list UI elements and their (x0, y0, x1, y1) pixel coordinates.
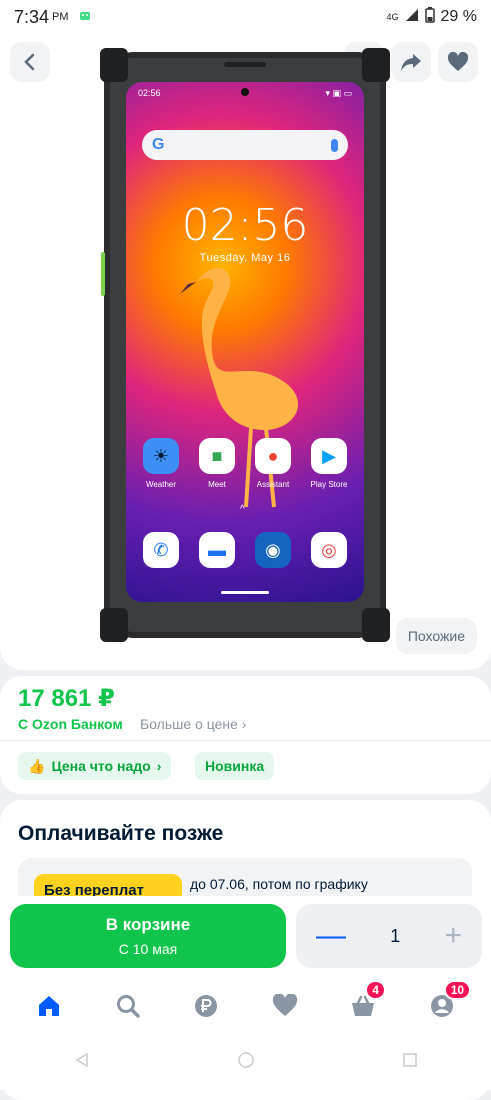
phone-bumper (100, 608, 128, 642)
new-chip[interactable]: Новинка (195, 752, 275, 780)
chevron-right-icon: › (156, 758, 162, 774)
good-price-label: Цена что надо (51, 758, 151, 774)
tab-search[interactable] (108, 986, 148, 1026)
phone-side-key (101, 252, 105, 296)
recents-square-icon[interactable] (402, 1052, 418, 1073)
phone-gesture-bar (221, 591, 269, 594)
chevron-left-icon (24, 53, 35, 71)
status-time: 7:34 (14, 6, 50, 27)
good-price-chip[interactable]: 👍 Цена что надо › (18, 752, 172, 780)
search-icon (116, 995, 140, 1018)
app-label: Play Store (310, 480, 348, 489)
app-camera: ◉ (248, 532, 298, 568)
new-label: Новинка (205, 758, 265, 774)
tab-cart[interactable]: 4 (343, 980, 386, 1026)
quantity-stepper: — 1 + (296, 904, 482, 968)
phone-status-time: 02:56 (138, 88, 161, 98)
price-section: 17 861 ₽ С Ozon Банком Больше о цене › 👍… (0, 676, 491, 794)
profile-count-badge: 10 (443, 980, 472, 1000)
app-chrome: ◎ (304, 532, 354, 568)
app-messages: ▬ (192, 532, 242, 568)
tab-ozon-bank[interactable] (186, 986, 226, 1026)
favorite-button[interactable] (438, 42, 478, 82)
signal-icon (405, 8, 419, 27)
app-label: Weather (145, 480, 177, 489)
status-bar: 7:34 PM 4G 29 % (0, 0, 491, 34)
messages-icon: ▬ (199, 532, 235, 568)
divider (0, 740, 491, 741)
ruble-icon (195, 995, 218, 1017)
phone-screen: 02:56 ▾ ▣ ▭ G 02:56 Tuesday, May 16 ☀ We… (126, 82, 364, 602)
battery-percent: 29 % (440, 8, 477, 25)
ozon-bank-label[interactable]: С Ozon Банком (18, 716, 123, 732)
back-triangle-icon[interactable] (74, 1052, 90, 1073)
increase-button[interactable]: + (444, 921, 462, 951)
system-nav-bar (0, 1034, 491, 1090)
app-play-store: ▶ Play Store (304, 438, 354, 489)
google-icon: G (152, 136, 165, 153)
front-camera (241, 88, 249, 96)
in-cart-button[interactable]: В корзине С 10 мая (10, 904, 286, 968)
pay-later-title: Оплачивайте позже (18, 822, 224, 845)
app-label: Assistant (256, 480, 290, 489)
dock-apps: ✆ ▬ ◉ ◎ (136, 532, 354, 568)
android-debug-icon (77, 7, 93, 28)
assistant-icon: ● (255, 438, 291, 474)
app-label: Meet (208, 480, 226, 489)
chrome-icon: ◎ (311, 532, 347, 568)
in-cart-label: В корзине (105, 915, 191, 934)
weather-icon: ☀ (143, 438, 179, 474)
camera-icon: ◉ (255, 532, 291, 568)
network-type: 4G (386, 12, 399, 22)
quantity-value: 1 (390, 925, 401, 946)
product-image[interactable]: 02:56 ▾ ▣ ▭ G 02:56 Tuesday, May 16 ☀ We… (100, 48, 390, 642)
video-camera-icon: ■ (199, 438, 235, 474)
back-button[interactable] (10, 42, 50, 82)
pay-later-text: до 07.06, потом по графику (190, 876, 368, 892)
home-icon (39, 996, 60, 1016)
phone-icon: ✆ (143, 532, 179, 568)
tab-profile[interactable]: 10 (422, 980, 472, 1026)
bottom-tab-bar: 4 10 (0, 978, 491, 1034)
chevron-up-icon: ^ (240, 504, 245, 515)
battery-icon (424, 6, 435, 28)
tab-favorites[interactable] (265, 986, 305, 1026)
google-search-widget: G (142, 130, 348, 160)
heart-icon (272, 994, 297, 1016)
app-meet: ■ Meet (192, 438, 242, 489)
product-price: 17 861 ₽ (18, 685, 115, 712)
home-row-apps: ☀ Weather ■ Meet ● Assistant ▶ Play Stor… (136, 438, 354, 489)
app-weather: ☀ Weather (136, 438, 186, 489)
share-button[interactable] (391, 42, 431, 82)
tab-home[interactable] (29, 986, 69, 1026)
phone-speaker (224, 62, 266, 67)
app-assistant: ● Assistant (248, 438, 298, 489)
buy-bar: В корзине С 10 мая — 1 + (0, 896, 491, 978)
phone-bumper (362, 48, 390, 82)
more-about-price-link[interactable]: Больше о цене › (140, 716, 246, 732)
play-store-icon: ▶ (311, 438, 347, 474)
share-icon (401, 54, 421, 71)
more-about-price-label: Больше о цене (140, 716, 238, 732)
product-gallery[interactable]: 02:56 ▾ ▣ ▭ G 02:56 Tuesday, May 16 ☀ We… (0, 34, 491, 670)
status-ampm: PM (52, 11, 69, 23)
mic-icon (331, 138, 338, 152)
chevron-right-icon: › (241, 716, 247, 732)
delivery-label: С 10 мая (118, 941, 178, 957)
thumbs-up-icon: 👍 (28, 757, 46, 774)
cart-count-badge: 4 (365, 980, 386, 1000)
phone-bumper (100, 48, 128, 82)
app-phone: ✆ (136, 532, 186, 568)
heart-icon (447, 52, 469, 71)
phone-clock: 02:56 (181, 200, 309, 251)
decrease-button[interactable]: — (316, 921, 346, 951)
phone-status-icons: ▾ ▣ ▭ (325, 88, 352, 98)
similar-button[interactable]: Похожие (395, 618, 477, 654)
home-circle-icon[interactable] (237, 1051, 255, 1074)
phone-bumper (362, 608, 390, 642)
